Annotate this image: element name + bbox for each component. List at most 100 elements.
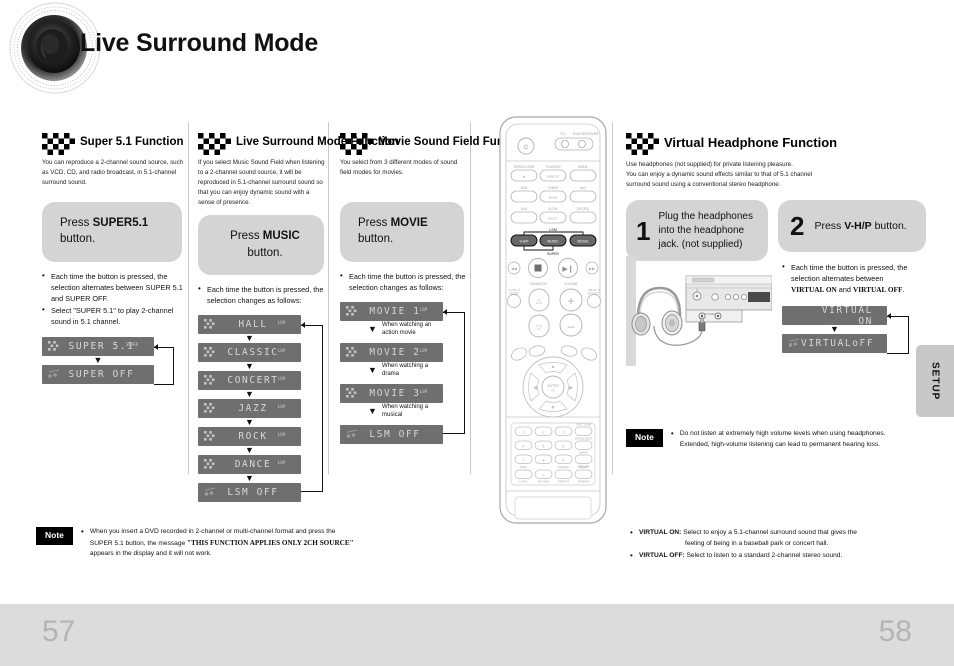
section-super51: Super 5.1 Function You can reproduce a 2…	[42, 132, 184, 386]
press-instruction: Press MUSIC button.	[216, 228, 314, 261]
flow-arrow-down: ▼	[93, 355, 103, 366]
bullet-conjunction: and	[836, 285, 853, 295]
press-instruction: Press MOVIE button.	[358, 215, 454, 248]
vfd-value: VIRTUAL ON	[821, 304, 873, 327]
vfd-value: MOVIE 3	[369, 387, 421, 399]
vfd-text: SUPER 5.1 SUPER	[61, 341, 154, 352]
loop-connector	[154, 347, 174, 386]
svg-text:TV/VIDEO: TV/VIDEO	[546, 165, 561, 169]
divider-col2	[328, 122, 329, 474]
vfd-display: JAZZ LSM	[198, 399, 301, 419]
vfd-display: MOVIE 1 LSM	[340, 301, 443, 321]
display-sequence-virtual: VIRTUAL ON ▼ VIRTUALoFF	[782, 305, 909, 355]
vfd-value: MOVIE 1	[369, 305, 421, 317]
vfd-superscript: LSM	[277, 376, 285, 382]
svg-text:▶: ▶	[569, 385, 573, 391]
svg-text:MODE: MODE	[578, 165, 588, 169]
svg-text:3D VIEW: 3D VIEW	[538, 480, 550, 484]
note-right: Note Do not listen at extremely high vol…	[626, 428, 936, 450]
setup-tab[interactable]: SETUP	[916, 345, 954, 417]
svg-text:CANCEL: CANCEL	[558, 465, 570, 469]
svg-text:LSM: LSM	[549, 228, 556, 232]
vfd-text: CONCERT LSM	[217, 375, 301, 386]
bullet-item: Each time the button is pressed, the sel…	[198, 283, 326, 306]
vfd-value: HALL	[238, 319, 268, 331]
loop-connector	[443, 311, 465, 434]
virtual-mode-on: VIRTUAL ON: Select to enjoy a 5.1-channe…	[630, 527, 940, 549]
vfd-value: SUPER 5.1	[68, 341, 135, 353]
content-area: Super 5.1 Function You can reproduce a 2…	[0, 104, 954, 604]
press-prefix: Press	[60, 217, 93, 230]
bullet-line-2: selection alternates between	[791, 274, 884, 284]
svg-text:8: 8	[543, 459, 545, 463]
headphone-connection-diagram: ⏻ PHONES	[630, 274, 773, 362]
bullet-list-movie: Each time the button is pressed, the sel…	[340, 270, 466, 293]
section-title: Virtual Headphone Function	[664, 135, 838, 150]
svg-text:▶❙: ▶❙	[562, 265, 573, 273]
press-button-name: V-H/P	[844, 219, 872, 232]
bullet-line-1: Each time the button is pressed, the	[791, 263, 908, 272]
dolby-icon	[346, 346, 357, 357]
section-header-virtual: Virtual Headphone Function	[626, 132, 926, 155]
svg-text:▶▶: ▶▶	[589, 266, 596, 271]
svg-text:3: 3	[563, 431, 565, 435]
vfd-text: SUPER OFF	[61, 369, 154, 380]
vfd-display: VIRTUALoFF	[782, 334, 888, 354]
svg-text:MOVIE: MOVIE	[578, 240, 590, 244]
section-music: Live Surround Mode Function If you selec…	[198, 132, 399, 503]
dolby-icon	[204, 347, 215, 357]
vfd-text: LSM OFF	[359, 429, 443, 440]
flow-step: ▼ When watching a musical	[340, 403, 443, 425]
vfd-display: SUPER OFF	[42, 365, 154, 385]
note-line-1: Do not listen at extremely high volume l…	[679, 430, 886, 437]
loop-arrow-head	[154, 344, 158, 351]
section-intro: If you select Music Sound Field when lis…	[198, 159, 325, 207]
page-number-right: 58	[878, 615, 912, 648]
vfd-superscript: LSM	[419, 388, 427, 394]
svg-text:△: △	[536, 298, 542, 305]
vfd-display: ROCK LSM	[198, 427, 301, 447]
svg-text:TV: TV	[560, 132, 565, 136]
svg-text:DVD RECEIVER: DVD RECEIVER	[573, 132, 599, 136]
loop-arrow-head	[301, 322, 305, 329]
step-number: 1	[636, 215, 651, 246]
svg-text:–: –	[568, 319, 575, 333]
svg-text:▽: ▽	[536, 325, 542, 332]
section-header-music: Live Surround Mode Function	[198, 132, 399, 155]
svg-text:BAND: BAND	[549, 196, 558, 200]
flow-arrow-down: ▼	[245, 445, 254, 456]
press-prefix: Press	[814, 219, 845, 232]
vfd-text: VIRTUAL ON	[801, 305, 887, 327]
vfd-text: MOVIE 3 LSM	[359, 388, 443, 399]
checker-arrow-icon	[198, 133, 231, 155]
vfd-value: MOVIE 2	[369, 346, 421, 358]
divider-col4	[612, 122, 613, 474]
bullet-item: Each time the button is pressed, the sel…	[782, 261, 932, 295]
dolby-icon	[204, 403, 215, 413]
press-button-name: MOVIE	[390, 217, 428, 230]
bullet-item: Each time the button is pressed, the sel…	[42, 270, 184, 304]
vfd-display: CLASSIC LSM	[198, 343, 301, 363]
note-emphasis: "THIS FUNCTION APPLIES ONLY 2CH SOURCE"	[187, 538, 354, 547]
loop-arrow-head	[443, 308, 447, 315]
headphone-off-icon	[788, 338, 800, 348]
step-text: Plug the headphones into the headphone j…	[658, 211, 753, 250]
note-content: Do not listen at extremely high volume l…	[671, 428, 886, 450]
vfd-value: SUPER OFF	[68, 369, 135, 381]
vfd-text: ROCK LSM	[217, 431, 301, 442]
checker-arrow-icon	[42, 133, 75, 155]
mode-on-label: VIRTUAL ON	[791, 285, 837, 295]
bullet-list-super51: Each time the button is pressed, the sel…	[42, 270, 184, 327]
virtual-off-text: Select to listen to a standard 2-channel…	[684, 552, 843, 560]
dolby-icon	[48, 341, 59, 351]
display-sequence-movie: MOVIE 1 LSM ▼ When watching an action movie…	[340, 301, 465, 444]
vfd-display: CONCERT LSM	[198, 371, 301, 391]
loop-connector	[887, 316, 909, 355]
flow-arrow-down: ▼	[245, 389, 254, 400]
section-title: Super 5.1 Function	[80, 136, 184, 148]
vfd-text: VIRTUALoFF	[801, 338, 888, 349]
flow-annotation: When watching a drama	[382, 362, 429, 377]
virtual-on-label: VIRTUAL ON:	[639, 529, 682, 536]
flow-annotation: When watching a musical	[382, 403, 429, 418]
dolby-icon	[346, 387, 357, 398]
